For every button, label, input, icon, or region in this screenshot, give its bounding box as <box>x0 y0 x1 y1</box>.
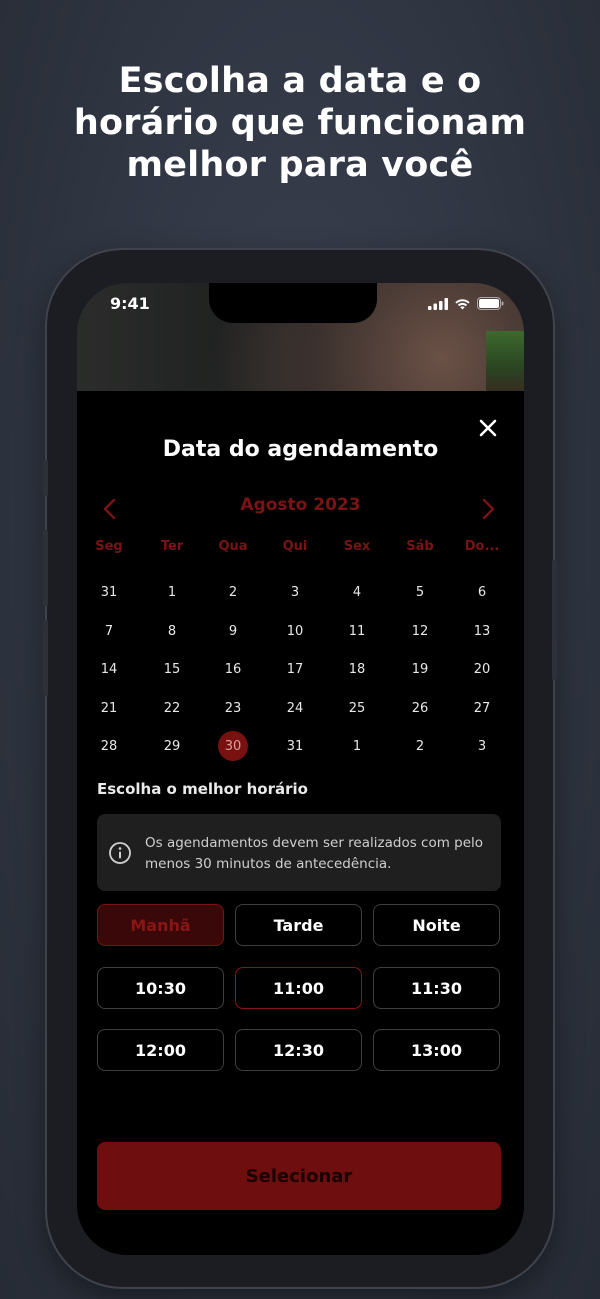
calendar-day[interactable]: 28 <box>94 731 124 761</box>
wifi-icon <box>455 298 470 309</box>
calendar-day[interactable]: 26 <box>405 693 435 723</box>
bottom-sheet: Data do agendamento Agosto 2023 Seg Ter Qu… <box>77 391 524 1255</box>
headline-line-1: Escolha a data e o <box>118 61 482 101</box>
calendar-day[interactable]: 14 <box>94 654 124 684</box>
headline-line-2: horário que funcionam <box>73 103 527 143</box>
calendar-day[interactable]: 22 <box>157 693 187 723</box>
headline: Escolha a data e o horário que funcionam… <box>0 60 600 186</box>
month-label: Agosto 2023 <box>240 495 361 515</box>
calendar-day[interactable]: 4 <box>342 577 372 607</box>
phone-volume-up-button <box>43 530 48 606</box>
calendar-day[interactable]: 18 <box>342 654 372 684</box>
info-icon <box>109 842 131 864</box>
phone-notch <box>209 283 377 323</box>
weekday-label: Sáb <box>406 539 434 554</box>
phone-side-button <box>43 460 48 496</box>
calendar-day[interactable]: 9 <box>218 616 248 646</box>
weekday-label: Qui <box>282 539 308 554</box>
period-tab-1[interactable]: Tarde <box>235 904 362 946</box>
signal-icon <box>428 297 448 310</box>
next-month-button[interactable] <box>478 497 498 521</box>
battery-icon <box>477 297 504 310</box>
calendar-day[interactable]: 25 <box>342 693 372 723</box>
calendar-day[interactable]: 11 <box>342 616 372 646</box>
calendar-day[interactable]: 3 <box>280 577 310 607</box>
calendar-day[interactable]: 13 <box>467 616 497 646</box>
calendar-day[interactable]: 5 <box>405 577 435 607</box>
weekday-label: Qua <box>218 539 248 554</box>
calendar-day[interactable]: 31 <box>280 731 310 761</box>
period-tab-0[interactable]: Manhã <box>97 904 224 946</box>
phone-volume-down-button <box>43 620 48 696</box>
time-slot-button[interactable]: 11:30 <box>373 967 500 1009</box>
calendar-day[interactable]: 2 <box>405 731 435 761</box>
calendar-day[interactable]: 1 <box>342 731 372 761</box>
sheet-title: Data do agendamento <box>162 437 439 462</box>
info-banner: Os agendamentos devem ser realizados com… <box>97 814 501 891</box>
time-slot-button[interactable]: 12:30 <box>235 1029 362 1071</box>
calendar-day[interactable]: 31 <box>94 577 124 607</box>
calendar-day[interactable]: 10 <box>280 616 310 646</box>
chevron-right-icon <box>482 498 495 520</box>
calendar-day[interactable]: 7 <box>94 616 124 646</box>
calendar-day[interactable]: 20 <box>467 654 497 684</box>
time-slot-button[interactable]: 12:00 <box>97 1029 224 1071</box>
calendar-day[interactable]: 19 <box>405 654 435 684</box>
info-text: Os agendamentos devem ser realizados com… <box>145 835 484 872</box>
calendar-day[interactable]: 2 <box>218 577 248 607</box>
calendar-day[interactable]: 21 <box>94 693 124 723</box>
month-navigation: Agosto 2023 <box>77 491 524 521</box>
calendar-day[interactable]: 24 <box>280 693 310 723</box>
calendar-day[interactable]: 15 <box>157 654 187 684</box>
time-section-label: Escolha o melhor horário <box>97 780 308 798</box>
calendar-day[interactable]: 6 <box>467 577 497 607</box>
calendar-day[interactable]: 29 <box>157 731 187 761</box>
status-time: 9:41 <box>110 294 150 313</box>
time-slot-button[interactable]: 13:00 <box>373 1029 500 1071</box>
time-slot-button[interactable]: 10:30 <box>97 967 224 1009</box>
time-slot-button[interactable]: 11:00 <box>235 967 362 1009</box>
calendar-day-selected[interactable]: 30 <box>218 731 248 761</box>
background-photo-detail <box>486 331 524 395</box>
calendar-day[interactable]: 3 <box>467 731 497 761</box>
select-button[interactable]: Selecionar <box>97 1142 501 1210</box>
calendar-day[interactable]: 16 <box>218 654 248 684</box>
weekday-label: Do... <box>464 539 500 554</box>
calendar-day[interactable]: 27 <box>467 693 497 723</box>
calendar-day[interactable]: 17 <box>280 654 310 684</box>
calendar-day[interactable]: 23 <box>218 693 248 723</box>
phone-screen: 9:41 Data do agendamento Agosto 2023 Seg… <box>77 283 524 1255</box>
period-tab-2[interactable]: Noite <box>373 904 500 946</box>
calendar-day[interactable]: 1 <box>157 577 187 607</box>
phone-power-button <box>552 560 557 680</box>
status-icons <box>428 297 504 310</box>
calendar-day[interactable]: 12 <box>405 616 435 646</box>
weekday-label: Sex <box>343 539 371 554</box>
weekday-label: Seg <box>95 539 123 554</box>
calendar-day[interactable]: 8 <box>157 616 187 646</box>
headline-line-3: melhor para você <box>126 145 474 185</box>
weekday-label: Ter <box>160 539 184 554</box>
